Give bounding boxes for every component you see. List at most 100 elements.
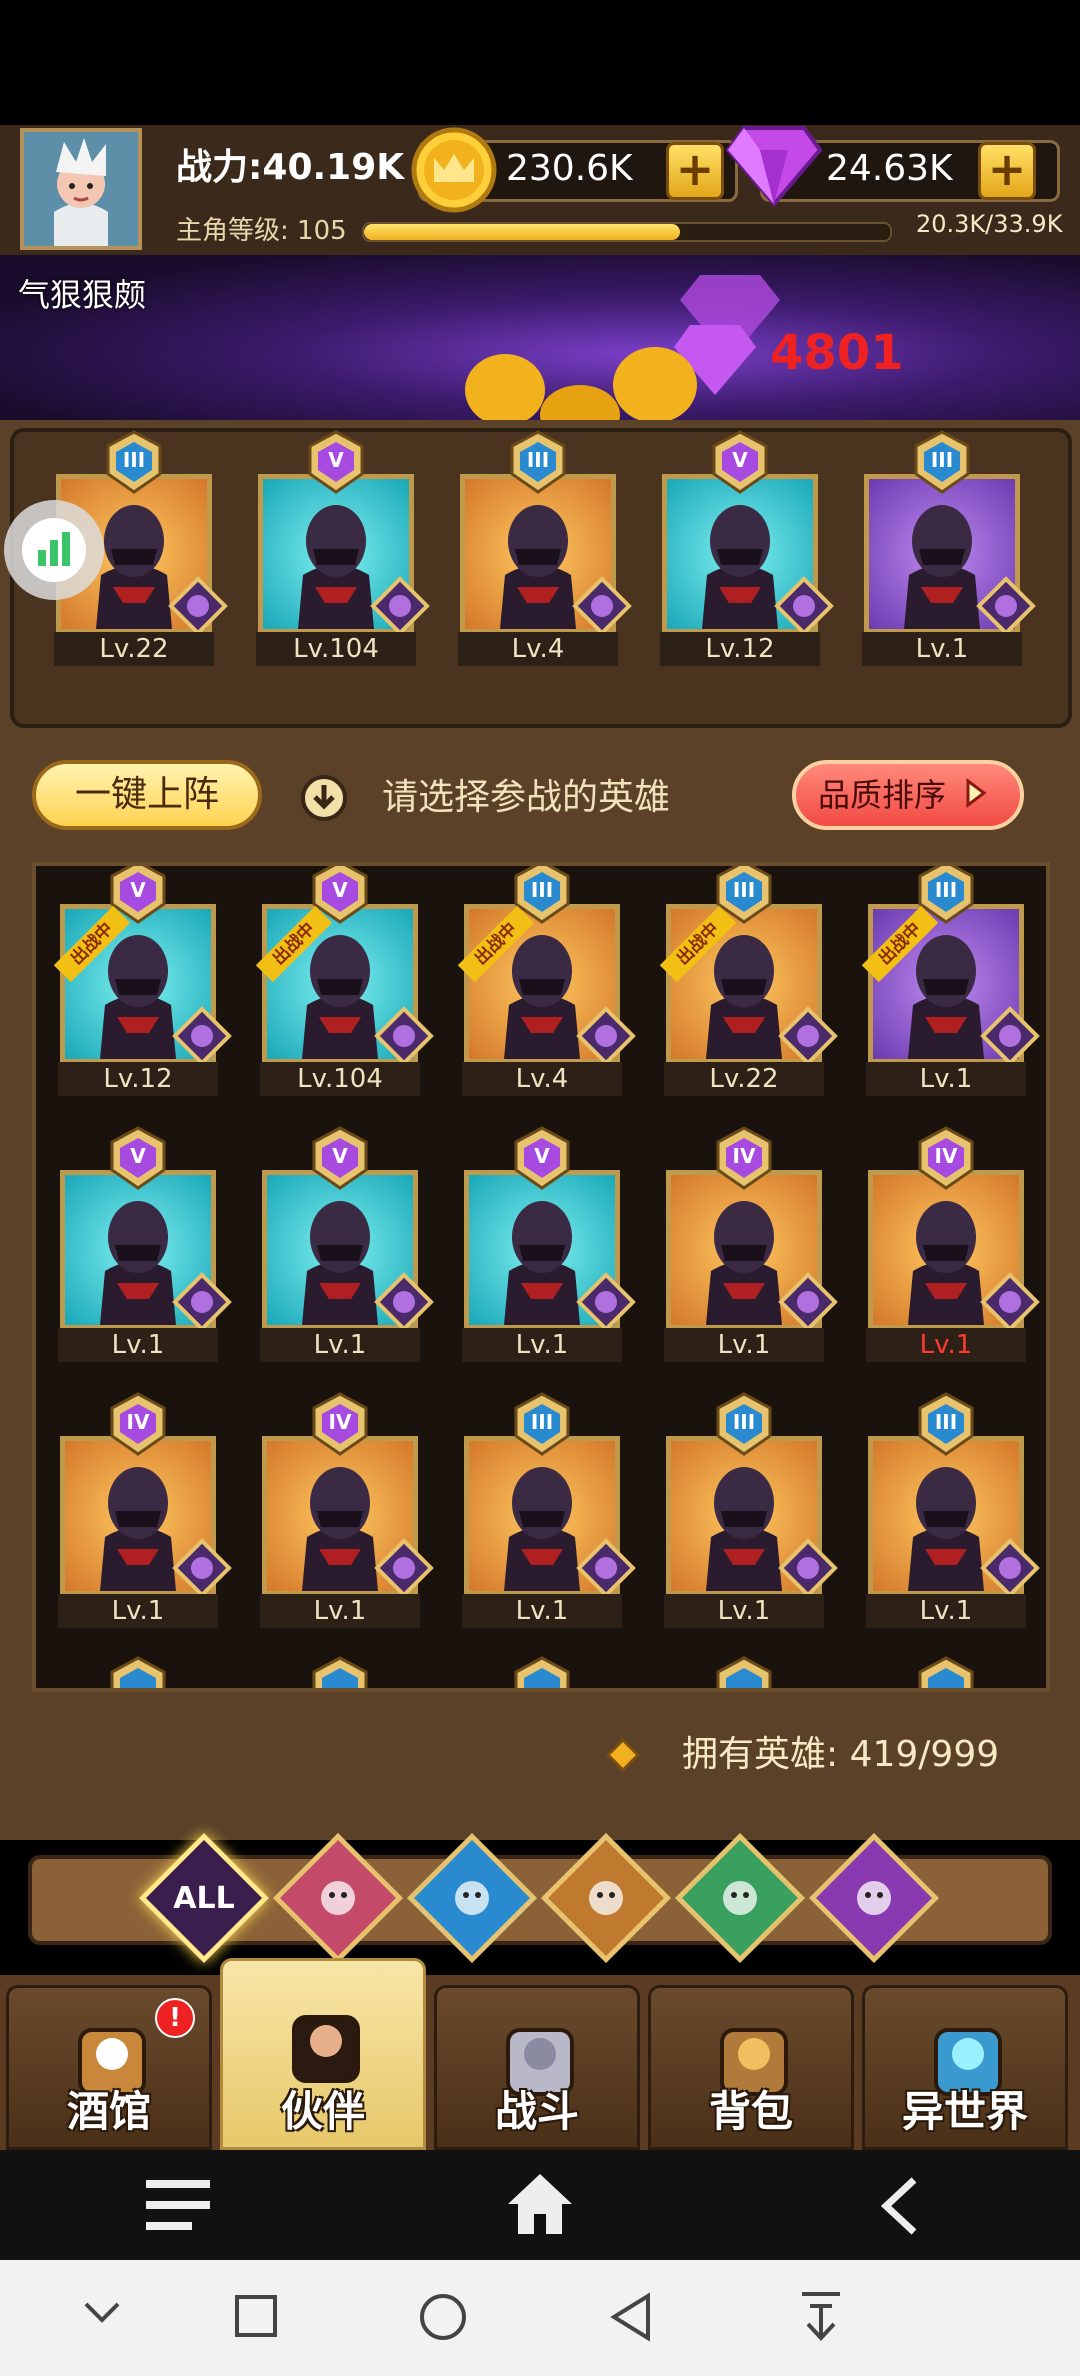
rank-badge-partial [714,1656,774,1688]
tab-partner[interactable]: 伙伴 [220,1958,426,2150]
roster-hero-card[interactable]: III Lv.1 [658,1392,838,1628]
hero-class-icon [572,576,634,638]
hero-class-icon [374,1538,436,1600]
back-arrow-icon[interactable] [878,2176,922,2240]
roster-hero-card[interactable]: III Lv.4 出战中 [456,866,636,1096]
add-gold-button[interactable]: + [666,142,724,200]
floating-stats-button[interactable] [4,500,104,600]
system-nav-bar [0,2260,1080,2376]
demon-icon [833,1857,915,1939]
hero-class-icon [576,1006,638,1068]
hero-level: Lv.1 [862,632,1022,666]
rank-badge-partial [512,1656,572,1688]
fishman-icon [431,1857,513,1939]
rank-numeral: V [130,878,146,902]
rank-badge: V [310,1126,370,1190]
rank-badge-partial [310,1656,370,1688]
back-triangle-icon[interactable] [608,2292,654,2346]
roster-hero-card[interactable]: IV Lv.1 [52,1392,232,1628]
rank-numeral: IV [328,1410,352,1434]
hero-class-icon [778,1538,840,1600]
hero-level: Lv.1 [866,1062,1026,1096]
rank-badge: III [912,430,972,494]
hero-class-icon [778,1272,840,1334]
rank-badge: IV [108,1392,168,1456]
play-arrow-icon [964,766,988,828]
home-icon[interactable] [506,2172,574,2240]
hero-class-icon [980,1538,1042,1600]
notification-pull-icon[interactable] [798,2290,844,2348]
rank-numeral: V [332,878,348,902]
rank-numeral: IV [126,1410,150,1434]
lion-icon [565,1857,647,1939]
rank-numeral: V [328,448,344,472]
rank-badge: V [710,430,770,494]
rank-numeral: V [332,1144,348,1168]
player-avatar[interactable] [20,128,142,250]
tab-label: 战斗 [494,2087,579,2136]
hero-class-icon [980,1272,1042,1334]
hero-level: Lv.1 [462,1594,622,1628]
rank-badge: V [306,430,366,494]
diamond-marker-icon [605,1737,641,1776]
rank-badge: III [916,1392,976,1456]
rank-numeral: III [930,448,954,472]
xp-progress-fill [364,224,680,240]
roster-hero-card[interactable]: III Lv.1 出战中 [860,866,1040,1096]
rank-badge: V [108,1126,168,1190]
combat-power: 战力:40.19K [176,147,405,188]
roster-hero-card[interactable]: III Lv.1 [860,1392,1040,1628]
rank-badge: V [512,1126,572,1190]
chevron-down-icon[interactable] [82,2300,122,2330]
hero-level: Lv.1 [866,1594,1026,1628]
roster-hero-card[interactable]: IV Lv.1 [254,1392,434,1628]
roster-hero-card[interactable]: III Lv.1 [456,1392,636,1628]
rank-numeral: IV [732,1144,756,1168]
crown-warrior-icon [297,1857,379,1939]
tab-crossed-swords[interactable]: 战斗 [434,1985,640,2150]
home-circle-icon[interactable] [418,2292,468,2346]
filter-all-label: ALL [173,1880,235,1916]
alert-badge: ! [155,1998,195,2038]
recents-square-icon[interactable] [234,2294,278,2342]
hero-level: Lv.1 [866,1328,1026,1362]
roster-hero-card[interactable]: III Lv.22 出战中 [658,866,838,1096]
rank-numeral: III [934,1410,958,1434]
team-hero-card[interactable]: III Lv.4 [452,430,632,666]
hero-class-icon [576,1272,638,1334]
hero-class-icon [576,1538,638,1600]
rank-numeral: III [526,448,550,472]
roster-hero-card[interactable]: V Lv.1 [254,1126,434,1362]
hero-class-icon [778,1006,840,1068]
roster-hero-card[interactable]: V Lv.12 出战中 [52,866,232,1096]
team-hero-card[interactable]: V Lv.104 [250,430,430,666]
xp-text: 20.3K/33.9K [916,210,1063,238]
hero-class-icon [168,576,230,638]
quality-sort-button[interactable]: 品质排序 [792,760,1024,830]
auto-deploy-button[interactable]: 一键上阵 [32,760,262,830]
roster-hero-card[interactable]: IV Lv.1 [658,1126,838,1362]
tab-label: 酒馆 [66,2087,151,2136]
tab-backpack[interactable]: 背包 [648,1985,854,2150]
roster-hero-card[interactable]: V Lv.1 [456,1126,636,1362]
xp-progress-bar [362,222,892,242]
tab-portal[interactable]: 异世界 [862,1985,1068,2150]
rank-badge: III [714,1392,774,1456]
owned-heroes-count: 拥有英雄: 419/999 [682,1734,1000,1775]
tab-beer-mug[interactable]: 酒馆! [6,1985,212,2150]
menu-icon[interactable] [146,2180,210,2234]
hero-level: Lv.12 [660,632,820,666]
roster-hero-card[interactable]: V Lv.1 [52,1126,232,1362]
player-nickname: 气狠狠颇 [18,276,147,314]
add-gems-button[interactable]: + [978,142,1036,200]
roster-hero-card[interactable]: V Lv.104 出战中 [254,866,434,1096]
rank-badge: III [512,1392,572,1456]
team-hero-card[interactable]: V Lv.12 [654,430,834,666]
rank-numeral: V [130,1144,146,1168]
hero-roster-grid: V Lv.12 出战中 V Lv.104 出战中 III Lv.4 出战中 III Lv.22 出战中… [32,862,1050,1692]
roster-hero-card[interactable]: IV Lv.1 [860,1126,1040,1362]
rank-badge: III [508,430,568,494]
hero-level: Lv.1 [664,1328,824,1362]
team-hero-card[interactable]: III Lv.1 [856,430,1036,666]
rank-numeral: III [732,878,756,902]
